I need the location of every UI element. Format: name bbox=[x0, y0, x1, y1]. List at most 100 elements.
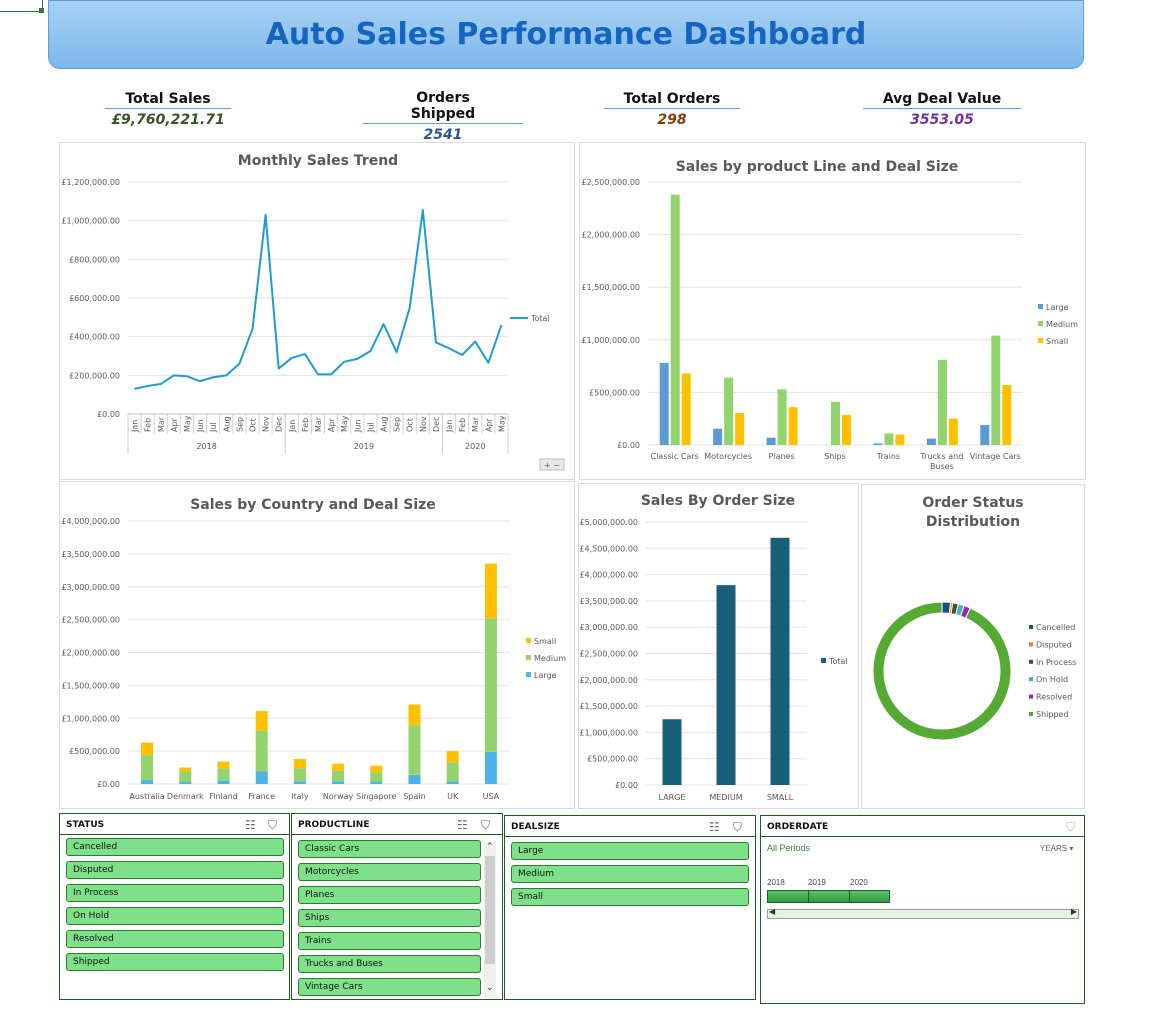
slicer-dealsize[interactable]: DEALSIZE ☷ ⛉ Large Medium Small bbox=[504, 815, 756, 1000]
bar-large bbox=[255, 771, 268, 784]
multiselect-icon[interactable]: ☷ bbox=[245, 818, 256, 832]
slicer-item[interactable]: Planes bbox=[298, 886, 481, 904]
x-tick-label: Sep bbox=[235, 417, 244, 432]
timeline-year-2020[interactable]: 2020 bbox=[850, 878, 868, 887]
slicer-item[interactable]: Shipped bbox=[66, 953, 284, 971]
chart-monthly-sales-trend[interactable]: Monthly Sales Trend £0.00 £200,000.00 £400,… bbox=[59, 142, 575, 480]
y-tick-label: £2,500,000.00 bbox=[61, 616, 120, 625]
x-tick-label: Italy bbox=[291, 792, 309, 801]
bar-small bbox=[948, 418, 958, 445]
slicer-item[interactable]: Cancelled bbox=[66, 838, 284, 856]
bar-medium bbox=[670, 194, 680, 445]
slicer-item[interactable]: Resolved bbox=[66, 930, 284, 948]
x-tick-label: Feb bbox=[458, 418, 467, 432]
x-tick-label: Motorcycles bbox=[704, 452, 752, 461]
clear-filter-icon[interactable]: ⛉ bbox=[1066, 820, 1075, 835]
chart-sales-by-country[interactable]: Sales by Country and Deal Size £0.00 £500,… bbox=[59, 481, 575, 809]
clear-filter-icon[interactable]: ⛉ bbox=[733, 820, 742, 835]
y-tick-label: £500,000.00 bbox=[69, 747, 120, 756]
multiselect-icon[interactable]: ☷ bbox=[709, 820, 720, 834]
bar-large bbox=[408, 774, 421, 784]
x-tick-label: Buses bbox=[930, 462, 954, 471]
bar-medium bbox=[141, 755, 154, 781]
scroll-left-icon[interactable]: ◀ bbox=[769, 907, 775, 916]
legend-swatch bbox=[526, 655, 531, 660]
slicer-item[interactable]: Disputed bbox=[66, 861, 284, 879]
kpi-orders-shipped: Orders Shipped 2541 bbox=[363, 90, 523, 143]
x-tick-label: Mar bbox=[157, 416, 166, 432]
legend-swatch bbox=[1029, 625, 1033, 629]
slicer-item[interactable]: Classic Cars bbox=[298, 840, 481, 858]
x-tick-label: Jul bbox=[209, 422, 218, 433]
chart-sales-by-order-size[interactable]: Sales By Order Size £0.00 £500,000.00 £1,00… bbox=[578, 483, 859, 809]
bar-small bbox=[255, 711, 268, 731]
order-status-svg: Order Status Distribution Cancelled Dispute… bbox=[872, 495, 1076, 741]
x-tick-label: Oct bbox=[406, 418, 415, 432]
bar-small bbox=[179, 767, 192, 772]
slicer-item[interactable]: On Hold bbox=[66, 907, 284, 925]
legend-swatch bbox=[821, 658, 826, 663]
y-tick-label: £200,000.00 bbox=[69, 371, 120, 380]
bar-large bbox=[980, 425, 990, 445]
chart-order-status[interactable]: Order Status Distribution Cancelled Dispute… bbox=[861, 484, 1085, 809]
bar-large bbox=[217, 780, 230, 784]
scroll-right-icon[interactable]: ▶ bbox=[1071, 907, 1077, 916]
clear-filter-icon[interactable]: ⛉ bbox=[481, 818, 490, 833]
slicer-item[interactable]: Vintage Cars bbox=[298, 978, 481, 996]
slicer-divider bbox=[60, 834, 289, 835]
slicer-status[interactable]: STATUS ☷ ⛉ Cancelled Disputed In Process On… bbox=[59, 813, 290, 1000]
slicer-scrollbar[interactable]: ⌃ ⌄ bbox=[484, 841, 496, 998]
cell-fill-handle[interactable] bbox=[39, 8, 44, 13]
bar-medium bbox=[293, 768, 306, 782]
x-tick-label: Feb bbox=[301, 418, 310, 432]
x-tick-label: MEDIUM bbox=[709, 793, 742, 802]
slicer-item[interactable]: Ships bbox=[298, 909, 481, 927]
timeline-scrollbar[interactable]: ◀ ▶ bbox=[767, 907, 1079, 919]
timeline-level-label: YEARS bbox=[1040, 844, 1068, 853]
slicer-divider bbox=[761, 836, 1084, 837]
clear-filter-icon[interactable]: ⛉ bbox=[268, 818, 277, 833]
timeline-orderdate[interactable]: ORDERDATE ⛉ All Periods YEARS ▾ 2018 201… bbox=[760, 815, 1085, 1004]
timeline-level-dropdown[interactable]: YEARS ▾ bbox=[1040, 844, 1073, 853]
y-tick-label: £2,500,000.00 bbox=[579, 650, 638, 659]
multiselect-icon[interactable]: ☷ bbox=[457, 818, 468, 832]
slicer-productline[interactable]: PRODUCTLINE ☷ ⛉ Classic Cars Motorcycles P… bbox=[291, 813, 503, 1000]
x-tick-label: UK bbox=[447, 792, 459, 801]
legend-label: Large bbox=[1046, 303, 1069, 312]
legend-swatch bbox=[1029, 712, 1033, 716]
slicer-item[interactable]: Motorcycles bbox=[298, 863, 481, 881]
timeline-year-2018[interactable]: 2018 bbox=[767, 878, 785, 887]
slicer-item[interactable]: In Process bbox=[66, 884, 284, 902]
legend-label: Total bbox=[530, 314, 550, 323]
donut-slice-shipped bbox=[872, 601, 1012, 741]
timeline-year-2019[interactable]: 2019 bbox=[808, 878, 826, 887]
bar-small bbox=[735, 412, 745, 445]
slicer-item[interactable]: Large bbox=[511, 842, 749, 860]
scroll-up-icon[interactable]: ⌃ bbox=[486, 841, 494, 852]
kpi-avg-deal-value: Avg Deal Value 3553.05 bbox=[862, 90, 1022, 128]
y-tick-label: £0.00 bbox=[97, 410, 120, 419]
chart-title: Sales by Country and Deal Size bbox=[190, 497, 436, 513]
page-title: Auto Sales Performance Dashboard bbox=[265, 17, 867, 52]
slicer-header: DEALSIZE bbox=[511, 822, 560, 832]
slicer-item[interactable]: Trucks and Buses bbox=[298, 955, 481, 973]
monthly-sales-svg: Monthly Sales Trend £0.00 £200,000.00 £400,… bbox=[61, 153, 565, 471]
scroll-down-icon[interactable]: ⌄ bbox=[486, 982, 494, 993]
slicer-item[interactable]: Small bbox=[511, 888, 749, 906]
slicer-item[interactable]: Trains bbox=[298, 932, 481, 950]
product-line-svg: Sales by product Line and Deal Size £0.00… bbox=[581, 159, 1078, 471]
scrollbar-thumb[interactable] bbox=[485, 856, 495, 964]
series-line-total bbox=[134, 209, 503, 390]
bar-small bbox=[217, 761, 230, 769]
slicer-divider bbox=[292, 834, 502, 835]
chart-sales-by-product-line[interactable]: Sales by product Line and Deal Size £0.00… bbox=[579, 142, 1086, 480]
legend-label: On Hold bbox=[1036, 675, 1068, 684]
bar-small bbox=[446, 751, 459, 763]
x-tick-label: LARGE bbox=[659, 793, 686, 802]
timeline-selection-bar[interactable] bbox=[767, 890, 890, 903]
y-tick-label: £1,500,000.00 bbox=[579, 702, 638, 711]
x-tick-label: Jun bbox=[353, 420, 362, 434]
y-tick-label: £0.00 bbox=[97, 780, 120, 789]
slicer-item[interactable]: Medium bbox=[511, 865, 749, 883]
x-tick-label: Vintage Cars bbox=[970, 452, 1021, 461]
